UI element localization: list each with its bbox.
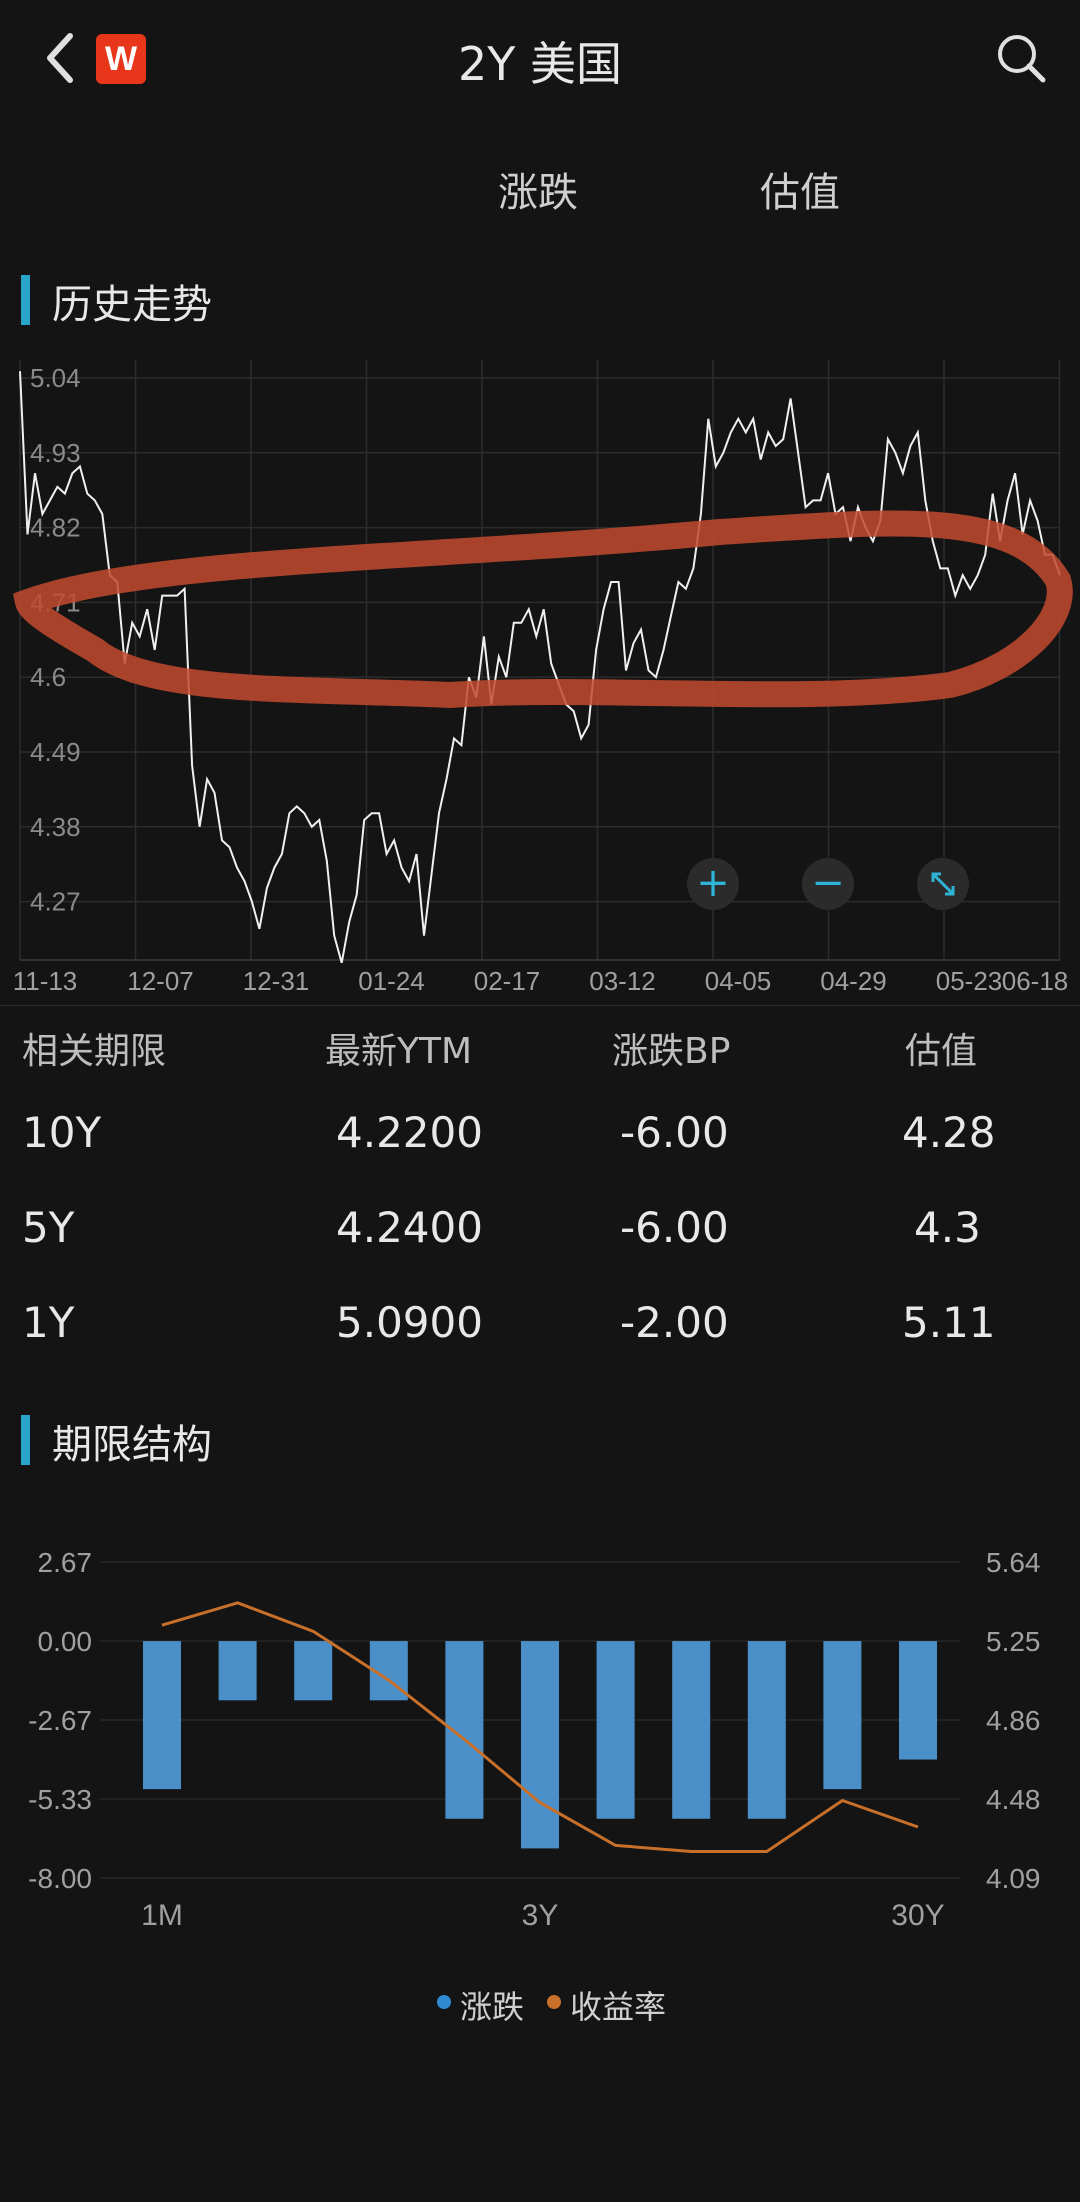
change-bar bbox=[596, 1641, 635, 1819]
x-tick-label: 03-12 bbox=[589, 966, 656, 996]
x-tick-label: 02-17 bbox=[474, 966, 541, 996]
tab-valuation[interactable]: 估值 bbox=[760, 160, 840, 218]
legend-dot-yield bbox=[547, 1995, 561, 2009]
change-bar bbox=[823, 1641, 862, 1790]
cell-valuation: 4.3 bbox=[914, 1203, 981, 1252]
change-bar bbox=[672, 1641, 711, 1819]
y-tick-label: 4.27 bbox=[30, 887, 81, 917]
cell-ytm: 4.2200 bbox=[336, 1108, 483, 1157]
x-tick-label: 12-07 bbox=[127, 966, 194, 996]
y-tick-label: 4.38 bbox=[30, 812, 81, 842]
legend-dot-change bbox=[437, 1995, 451, 2009]
x-tick-label: 04-05 bbox=[705, 966, 772, 996]
cell-term: 10Y bbox=[22, 1108, 102, 1157]
y-tick-label: 4.82 bbox=[30, 513, 81, 543]
expand-icon bbox=[931, 872, 955, 896]
y-tick-label: 5.04 bbox=[30, 363, 81, 393]
col-header-change-bp: 涨跌BP bbox=[612, 1031, 731, 1072]
x-tick-label: 30Y bbox=[891, 1899, 944, 1932]
history-line-chart[interactable]: 5.044.934.824.714.64.494.384.27 11-13 12-… bbox=[0, 350, 1080, 1010]
change-bar bbox=[218, 1641, 257, 1701]
left-axis-tick: 0.00 bbox=[38, 1626, 93, 1657]
y-tick-label: 4.49 bbox=[30, 737, 81, 767]
expand-button[interactable] bbox=[917, 858, 969, 910]
cell-valuation: 4.28 bbox=[902, 1108, 996, 1157]
legend-label-yield[interactable]: 收益率 bbox=[570, 1982, 666, 2028]
change-bar bbox=[521, 1641, 559, 1849]
cell-change: -6.00 bbox=[620, 1108, 729, 1157]
x-tick-label: 12-31 bbox=[243, 966, 310, 996]
change-bar bbox=[747, 1641, 786, 1819]
term-section-title: 期限结构 bbox=[52, 1422, 212, 1468]
cell-ytm: 4.2400 bbox=[336, 1203, 483, 1252]
x-tick-label: 05-23 bbox=[936, 966, 1003, 996]
section-accent-bar bbox=[21, 275, 30, 325]
x-tick-label: 06-18 bbox=[1002, 966, 1069, 996]
section-accent-bar bbox=[21, 1415, 30, 1465]
x-tick-label: 1M bbox=[141, 1899, 183, 1932]
zoom-in-button[interactable]: + bbox=[687, 858, 739, 910]
x-tick-label: 3Y bbox=[522, 1899, 559, 1932]
change-bar bbox=[143, 1641, 181, 1790]
page-title: 2Y 美国 bbox=[458, 37, 622, 91]
change-bar bbox=[899, 1641, 937, 1760]
right-axis-tick: 4.48 bbox=[986, 1784, 1041, 1815]
col-header-term: 相关期限 bbox=[22, 1031, 167, 1072]
x-tick-label: 11-13 bbox=[13, 966, 78, 996]
col-header-valuation: 估值 bbox=[905, 1031, 978, 1072]
left-axis-tick: -2.67 bbox=[28, 1705, 92, 1736]
y-tick-label: 4.93 bbox=[30, 438, 81, 468]
divider bbox=[0, 1005, 1080, 1006]
cell-change: -6.00 bbox=[620, 1203, 729, 1252]
history-section-title: 历史走势 bbox=[52, 282, 212, 328]
tab-change[interactable]: 涨跌 bbox=[498, 160, 578, 218]
change-bar bbox=[294, 1641, 333, 1701]
left-axis-tick: -5.33 bbox=[28, 1784, 92, 1815]
col-header-ytm: 最新YTM bbox=[325, 1031, 473, 1072]
cell-term: 1Y bbox=[22, 1298, 75, 1347]
right-axis-tick: 5.64 bbox=[986, 1547, 1041, 1578]
left-axis-tick: 2.67 bbox=[38, 1547, 93, 1578]
right-axis-tick: 4.09 bbox=[986, 1863, 1041, 1894]
left-axis-tick: -8.00 bbox=[28, 1863, 92, 1894]
x-tick-label: 04-29 bbox=[820, 966, 887, 996]
right-axis-tick: 5.25 bbox=[986, 1626, 1041, 1657]
search-icon[interactable] bbox=[995, 32, 1047, 84]
cell-change: -2.00 bbox=[620, 1298, 729, 1347]
term-structure-chart[interactable]: 2.67 0.00 -2.67 -5.33 -8.00 5.64 5.25 4.86 4.48… bbox=[0, 1520, 1080, 1940]
right-axis-tick: 4.86 bbox=[986, 1705, 1041, 1736]
cell-term: 5Y bbox=[22, 1203, 75, 1252]
zoom-out-button[interactable]: − bbox=[802, 858, 854, 910]
x-tick-label: 01-24 bbox=[358, 966, 425, 996]
legend-label-change[interactable]: 涨跌 bbox=[460, 1982, 524, 2028]
cell-ytm: 5.0900 bbox=[336, 1298, 483, 1347]
cell-valuation: 5.11 bbox=[902, 1298, 996, 1347]
y-tick-label: 4.6 bbox=[30, 662, 66, 692]
